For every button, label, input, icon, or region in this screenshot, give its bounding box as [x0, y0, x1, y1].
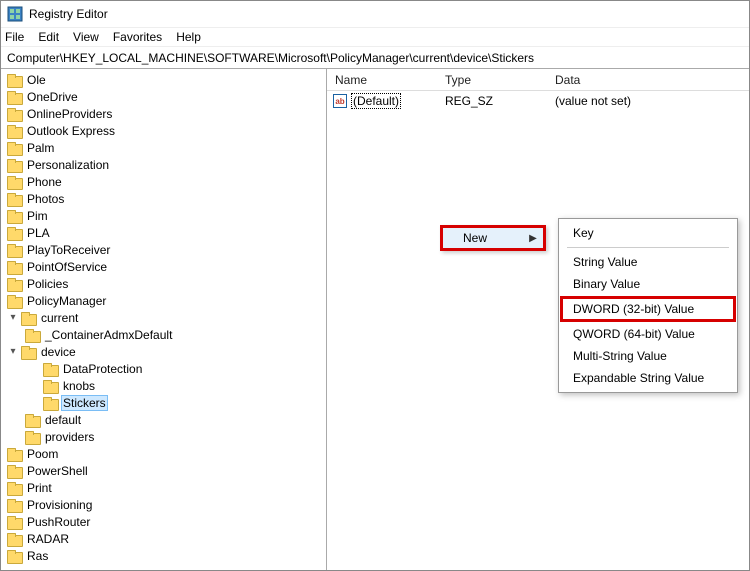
menubar: File Edit View Favorites Help: [1, 27, 749, 47]
menu-file[interactable]: File: [5, 30, 24, 44]
folder-icon: [7, 108, 21, 120]
folder-icon: [7, 227, 21, 239]
folder-icon: [7, 295, 21, 307]
tree-item-photos[interactable]: Photos: [7, 190, 326, 207]
col-type[interactable]: Type: [437, 69, 547, 90]
collapse-icon[interactable]: ▾: [7, 312, 19, 324]
tree-item-policymanager[interactable]: PolicyManager: [7, 292, 326, 309]
ctx-item-multi-string[interactable]: Multi-String Value: [561, 345, 735, 367]
folder-icon: [7, 499, 21, 511]
tree-item-phone[interactable]: Phone: [7, 173, 326, 190]
folder-icon: [7, 533, 21, 545]
tree-item-print[interactable]: Print: [7, 479, 326, 496]
value-type: REG_SZ: [437, 94, 547, 108]
string-value-icon: ab: [333, 94, 347, 108]
menu-view[interactable]: View: [73, 30, 99, 44]
value-data: (value not set): [547, 94, 749, 108]
value-name: (Default): [351, 93, 401, 109]
folder-icon: [7, 74, 21, 86]
titlebar: Registry Editor: [1, 1, 749, 27]
value-row-default[interactable]: ab (Default) REG_SZ (value not set): [327, 91, 749, 111]
tree-item-onedrive[interactable]: OneDrive: [7, 88, 326, 105]
folder-icon: [25, 329, 39, 341]
tree-item-provisioning[interactable]: Provisioning: [7, 496, 326, 513]
tree-item-powershell[interactable]: PowerShell: [7, 462, 326, 479]
tree-item-personalization[interactable]: Personalization: [7, 156, 326, 173]
folder-icon: [7, 193, 21, 205]
folder-icon: [43, 380, 57, 392]
tree-item-ras[interactable]: Ras: [7, 547, 326, 564]
folder-icon: [7, 550, 21, 562]
ctx-item-dword[interactable]: DWORD (32-bit) Value: [560, 296, 736, 322]
menu-edit[interactable]: Edit: [38, 30, 59, 44]
tree-item-pla[interactable]: PLA: [7, 224, 326, 241]
tree-item-device[interactable]: ▾device: [7, 343, 326, 360]
ctx-item-qword[interactable]: QWORD (64-bit) Value: [561, 323, 735, 345]
tree-item-onlineproviders[interactable]: OnlineProviders: [7, 105, 326, 122]
addressbar[interactable]: Computer\HKEY_LOCAL_MACHINE\SOFTWARE\Mic…: [1, 47, 749, 69]
folder-icon: [7, 142, 21, 154]
folder-icon: [25, 414, 39, 426]
tree-item-containeradmxdefault[interactable]: _ContainerAdmxDefault: [7, 326, 326, 343]
folder-icon: [7, 91, 21, 103]
folder-icon: [7, 482, 21, 494]
folder-icon: [7, 261, 21, 273]
address-path: Computer\HKEY_LOCAL_MACHINE\SOFTWARE\Mic…: [7, 51, 534, 65]
folder-icon: [7, 465, 21, 477]
regedit-icon: [7, 6, 23, 22]
menu-help[interactable]: Help: [176, 30, 201, 44]
folder-icon: [7, 244, 21, 256]
menu-favorites[interactable]: Favorites: [113, 30, 162, 44]
col-data[interactable]: Data: [547, 69, 749, 90]
ctx-item-binary[interactable]: Binary Value: [561, 273, 735, 295]
ctx-item-string[interactable]: String Value: [561, 251, 735, 273]
tree-item-knobs[interactable]: knobs: [7, 377, 326, 394]
folder-icon: [43, 397, 57, 409]
folder-icon: [7, 125, 21, 137]
tree-item-playtoreceiver[interactable]: PlayToReceiver: [7, 241, 326, 258]
tree-item-poom[interactable]: Poom: [7, 445, 326, 462]
folder-icon: [7, 448, 21, 460]
tree-item-pushrouter[interactable]: PushRouter: [7, 513, 326, 530]
col-name[interactable]: Name: [327, 69, 437, 90]
ctx-item-key[interactable]: Key: [561, 222, 735, 244]
tree-item-dataprotection[interactable]: DataProtection: [7, 360, 326, 377]
tree-item-pointofservice[interactable]: PointOfService: [7, 258, 326, 275]
ctx-item-expandable-string[interactable]: Expandable String Value: [561, 367, 735, 389]
tree-item-policies[interactable]: Policies: [7, 275, 326, 292]
folder-icon: [43, 363, 57, 375]
tree-item-stickers[interactable]: Stickers: [7, 394, 326, 411]
chevron-right-icon: ▶: [523, 233, 543, 244]
folder-icon: [7, 159, 21, 171]
folder-icon: [7, 278, 21, 290]
folder-icon: [7, 516, 21, 528]
folder-icon: [21, 346, 35, 358]
ctx-new-label: New: [443, 231, 523, 245]
tree-item-palm[interactable]: Palm: [7, 139, 326, 156]
folder-icon: [7, 210, 21, 222]
tree-item-current[interactable]: ▾current: [7, 309, 326, 326]
window-title: Registry Editor: [29, 7, 108, 21]
column-headers: Name Type Data: [327, 69, 749, 91]
collapse-icon[interactable]: ▾: [7, 346, 19, 358]
tree-item-outlook-express[interactable]: Outlook Express: [7, 122, 326, 139]
tree-item-pim[interactable]: Pim: [7, 207, 326, 224]
separator: [567, 247, 729, 248]
folder-icon: [7, 176, 21, 188]
tree-item-providers[interactable]: providers: [7, 428, 326, 445]
context-menu-new[interactable]: New ▶: [440, 225, 546, 251]
context-submenu-new: Key String Value Binary Value DWORD (32-…: [558, 218, 738, 393]
tree-pane[interactable]: Ole OneDrive OnlineProviders Outlook Exp…: [1, 69, 327, 570]
folder-icon: [25, 431, 39, 443]
tree-item-default[interactable]: default: [7, 411, 326, 428]
tree-item-ole[interactable]: Ole: [7, 71, 326, 88]
tree-item-radar[interactable]: RADAR: [7, 530, 326, 547]
folder-icon: [21, 312, 35, 324]
